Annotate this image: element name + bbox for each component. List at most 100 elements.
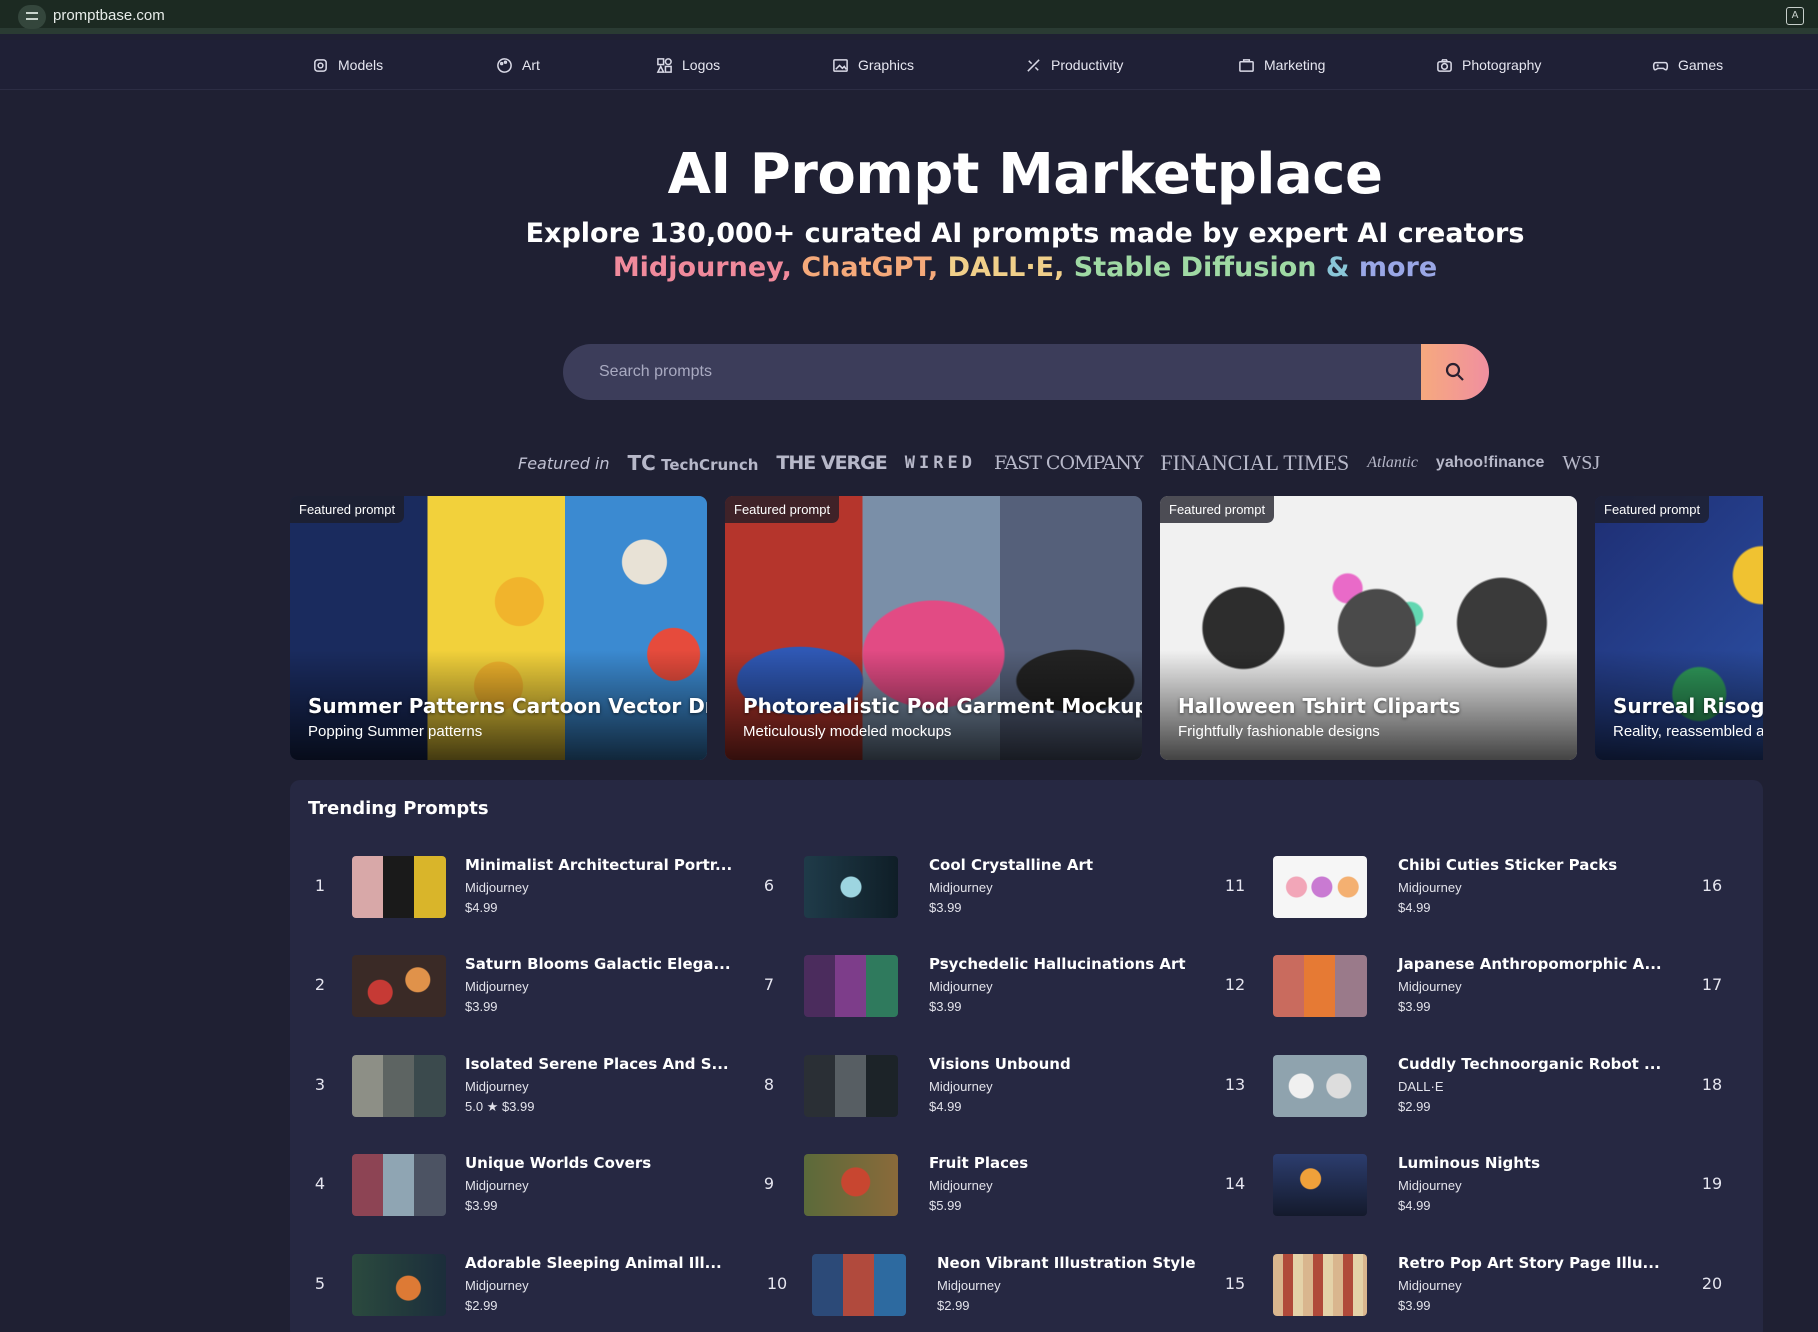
trending-item[interactable]: 13 Cuddly Technoorganic Robot ... DALL·E… (1220, 1055, 1680, 1119)
techcrunch-logo: TC TechCrunch (627, 451, 759, 475)
trending-item-title: Unique Worlds Covers (465, 1154, 652, 1172)
trending-item-title: Japanese Anthropomorphic A... (1398, 955, 1662, 973)
trending-item-price: $3.99 (465, 1198, 498, 1213)
nav-label: Productivity (1051, 57, 1124, 73)
nav-item-marketing[interactable]: Marketing (1238, 40, 1325, 90)
trending-thumbnail (1273, 1055, 1367, 1117)
featured-card[interactable]: Featured prompt Halloween Tshirt Clipart… (1160, 496, 1577, 760)
trending-rank[interactable]: 16 (1697, 876, 1727, 895)
trending-rank: 13 (1224, 1075, 1246, 1094)
trending-rank: 9 (763, 1174, 775, 1193)
trending-rank[interactable]: 18 (1697, 1075, 1727, 1094)
trending-rank: 10 (766, 1274, 788, 1293)
nav-item-art[interactable]: Art (496, 40, 540, 90)
trending-item-title: Saturn Blooms Galactic Elega... (465, 955, 731, 973)
trending-item-title: Luminous Nights (1398, 1154, 1541, 1172)
trending-item-price: $4.99 (1398, 1198, 1431, 1213)
trending-thumbnail (804, 955, 898, 1017)
category-nav: Models Art Logos Graphics Productivity M… (0, 40, 1818, 90)
trending-item-model: Midjourney (1398, 1178, 1462, 1193)
trending-rank: 12 (1224, 975, 1246, 994)
trending-item[interactable]: 9 Fruit Places Midjourney $5.99 (754, 1154, 1214, 1218)
gamepad-icon (1652, 57, 1669, 74)
trending-rank[interactable]: 17 (1697, 975, 1727, 994)
trending-item-title: Chibi Cuties Sticker Packs (1398, 856, 1618, 874)
trending-item[interactable]: 4 Unique Worlds Covers Midjourney $3.99 (290, 1154, 750, 1218)
featured-carousel: Featured prompt Summer Patterns Cartoon … (290, 496, 1763, 760)
featured-in-label: Featured in (518, 453, 610, 473)
image-icon (832, 57, 849, 74)
trending-item-price: $4.99 (465, 900, 498, 915)
trending-thumbnail (1273, 955, 1367, 1017)
briefcase-icon (1238, 57, 1255, 74)
featured-desc: Frightfully fashionable designs (1178, 723, 1380, 740)
search-input[interactable] (563, 344, 1421, 400)
nav-label: Logos (682, 57, 721, 73)
model-chatgpt: ChatGPT, (801, 252, 939, 283)
trending-item-price: $3.99 (929, 999, 962, 1014)
trending-item-title: Isolated Serene Places And S... (465, 1055, 729, 1073)
featured-card[interactable]: Featured prompt Surreal Risograph Realit… (1595, 496, 1763, 760)
search-button[interactable] (1421, 344, 1489, 400)
nav-item-photography[interactable]: Photography (1436, 40, 1541, 90)
model-ampersand: & (1325, 252, 1350, 283)
trending-rank[interactable]: 20 (1697, 1274, 1727, 1293)
trending-item-price: $4.99 (1398, 900, 1431, 915)
trending-thumbnail (352, 1254, 446, 1316)
url-text[interactable]: promptbase.com (53, 7, 165, 24)
trending-item[interactable]: 8 Visions Unbound Midjourney $4.99 (754, 1055, 1214, 1119)
trending-item[interactable]: 6 Cool Crystalline Art Midjourney $3.99 (754, 856, 1214, 920)
the-verge-logo: THE VERGE (776, 452, 887, 474)
trending-item[interactable]: 3 Isolated Serene Places And S... Midjou… (290, 1055, 750, 1119)
hero-subtitle: Explore 130,000+ curated AI prompts made… (525, 218, 1525, 249)
trending-item-model: Midjourney (929, 1178, 993, 1193)
trending-item[interactable]: 10 Neon Vibrant Illustration Style Midjo… (754, 1254, 1214, 1318)
trending-item-model: Midjourney (929, 979, 993, 994)
trending-item[interactable]: 5 Adorable Sleeping Animal Ill... Midjou… (290, 1254, 750, 1318)
model-stable-diffusion: Stable Diffusion (1073, 252, 1317, 283)
trending-item-model: Midjourney (465, 1178, 529, 1193)
search-icon (1445, 362, 1464, 381)
trending-item[interactable]: 14 Luminous Nights Midjourney $4.99 (1220, 1154, 1680, 1218)
trending-thumbnail (352, 1055, 446, 1117)
trending-item[interactable]: 1 Minimalist Architectural Portr... Midj… (290, 856, 750, 920)
nav-item-games[interactable]: Games (1652, 40, 1723, 90)
trending-item[interactable]: 7 Psychedelic Hallucinations Art Midjour… (754, 955, 1214, 1019)
camera-icon (1436, 57, 1453, 74)
featured-title: Summer Patterns Cartoon Vector Drawings (308, 694, 707, 718)
featured-desc: Reality, reassembled a (1613, 723, 1763, 740)
trending-rank[interactable]: 19 (1697, 1174, 1727, 1193)
featured-card[interactable]: Featured prompt Summer Patterns Cartoon … (290, 496, 707, 760)
nav-item-productivity[interactable]: Productivity (1025, 40, 1123, 90)
nav-item-logos[interactable]: Logos (656, 40, 720, 90)
trending-rank: 11 (1224, 876, 1246, 895)
trending-item-model: Midjourney (929, 880, 993, 895)
nav-item-models[interactable]: Models (312, 40, 383, 90)
trending-rank: 6 (763, 876, 775, 895)
trending-rank: 2 (314, 975, 326, 994)
financial-times-logo: FINANCIAL TIMES (1160, 450, 1350, 475)
trending-item[interactable]: 2 Saturn Blooms Galactic Elega... Midjou… (290, 955, 750, 1019)
trending-item-model: Midjourney (465, 1079, 529, 1094)
page-title: AI Prompt Marketplace (667, 142, 1383, 207)
trending-item[interactable]: 11 Chibi Cuties Sticker Packs Midjourney… (1220, 856, 1680, 920)
trending-thumbnail (812, 1254, 906, 1316)
trending-item-title: Psychedelic Hallucinations Art (929, 955, 1186, 973)
nav-label: Games (1678, 57, 1724, 73)
featured-title: Photorealistic Pod Garment Mockups (743, 694, 1142, 718)
trending-item-price: $4.99 (929, 1099, 962, 1114)
featured-card[interactable]: Featured prompt Photorealistic Pod Garme… (725, 496, 1142, 760)
translate-icon[interactable]: A (1786, 7, 1804, 25)
trending-thumbnail (352, 856, 446, 918)
site-settings-icon[interactable] (18, 5, 46, 29)
browser-url-bar: promptbase.com A (0, 0, 1818, 34)
trending-item[interactable]: 15 Retro Pop Art Story Page Illu... Midj… (1220, 1254, 1680, 1318)
trending-rank: 15 (1224, 1274, 1246, 1293)
trending-item-model: Midjourney (937, 1278, 1001, 1293)
trending-item-title: Cuddly Technoorganic Robot ... (1398, 1055, 1662, 1073)
nav-item-graphics[interactable]: Graphics (832, 40, 914, 90)
trending-title: Trending Prompts (308, 798, 489, 819)
trending-item-title: Cool Crystalline Art (929, 856, 1094, 874)
trending-item[interactable]: 12 Japanese Anthropomorphic A... Midjour… (1220, 955, 1680, 1019)
featured-in-strip: Featured in TC TechCrunch THE VERGE WIRE… (518, 450, 1618, 475)
